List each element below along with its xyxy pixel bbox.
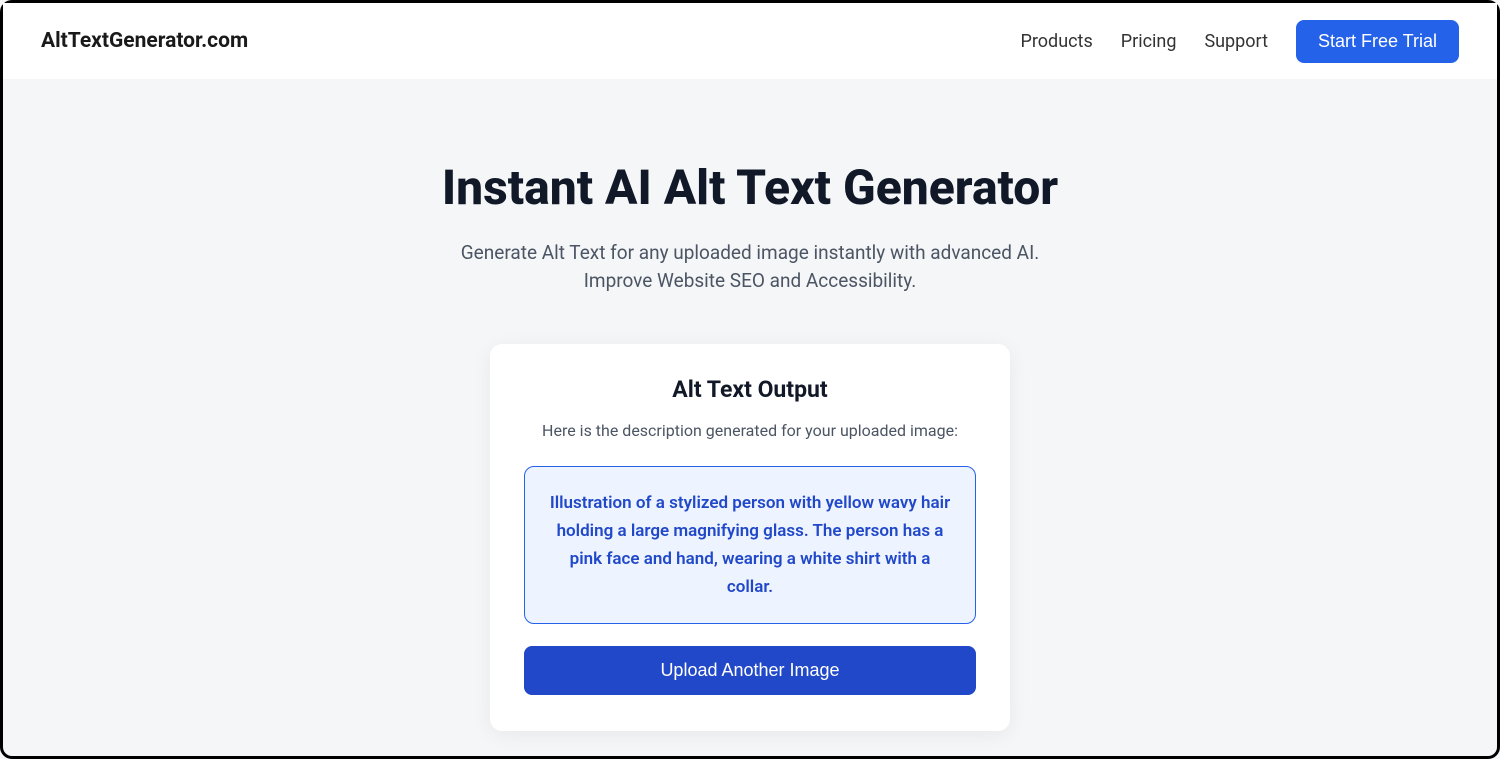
hero-title: Instant AI Alt Text Generator (442, 159, 1058, 217)
nav-pricing[interactable]: Pricing (1121, 31, 1177, 52)
main: Instant AI Alt Text Generator Generate A… (3, 79, 1497, 731)
nav-products[interactable]: Products (1021, 31, 1093, 52)
card-title: Alt Text Output (524, 376, 976, 403)
nav: Products Pricing Support Start Free Tria… (1021, 20, 1459, 63)
output-card: Alt Text Output Here is the description … (490, 344, 1010, 731)
logo[interactable]: AltTextGenerator.com (41, 29, 248, 53)
header: AltTextGenerator.com Products Pricing Su… (3, 3, 1497, 79)
start-free-trial-button[interactable]: Start Free Trial (1296, 20, 1459, 63)
nav-support[interactable]: Support (1204, 31, 1268, 52)
upload-another-image-button[interactable]: Upload Another Image (524, 646, 976, 695)
hero-subtitle: Generate Alt Text for any uploaded image… (440, 239, 1060, 296)
alt-text-output-box: Illustration of a stylized person with y… (524, 466, 976, 624)
alt-text-output: Illustration of a stylized person with y… (549, 489, 951, 601)
card-subtitle: Here is the description generated for yo… (524, 421, 976, 440)
